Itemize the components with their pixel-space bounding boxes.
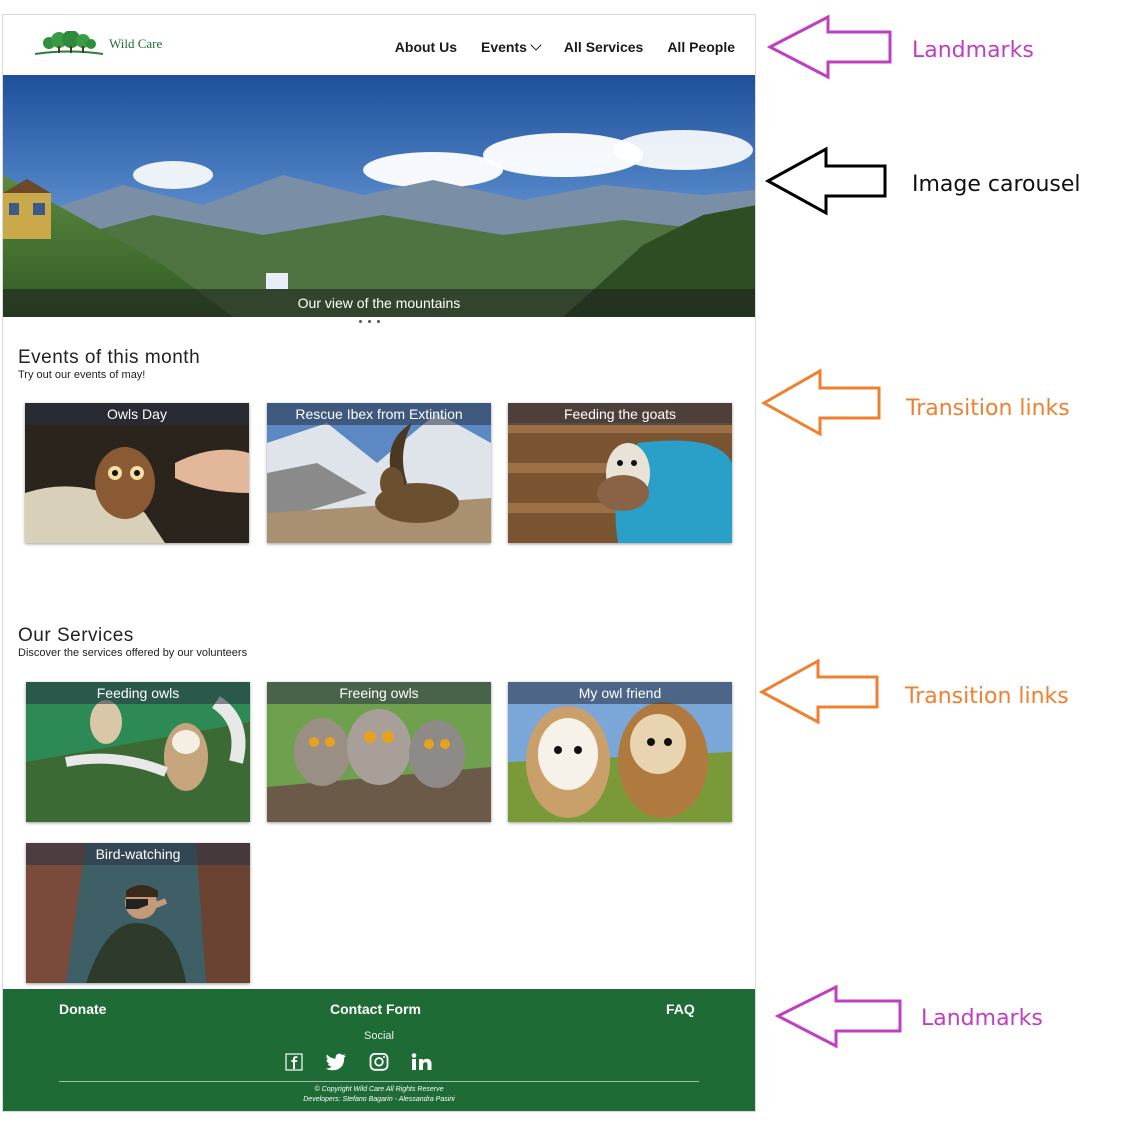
services-title: Our Services	[18, 625, 134, 646]
events-subtitle: Try out our events of may!	[18, 369, 146, 381]
carousel-dot[interactable]	[377, 320, 380, 323]
footer-divider	[59, 1081, 699, 1082]
transition-links-annotation-1: Transition links	[906, 396, 1070, 421]
service-card-bird-watching[interactable]: Bird-watching	[26, 843, 250, 983]
nav-events[interactable]: Events	[481, 39, 542, 55]
carousel-caption: Our view of the mountains	[3, 289, 755, 317]
donate-link[interactable]: Donate	[59, 1001, 106, 1017]
logo[interactable]: Wild Care	[33, 31, 162, 57]
nav-about-us[interactable]: About Us	[395, 39, 457, 55]
facebook-icon[interactable]	[285, 1053, 303, 1076]
event-card-feeding-goats[interactable]: Feeding the goats	[508, 403, 732, 543]
card-label: My owl friend	[508, 682, 732, 704]
nav-all-services[interactable]: All Services	[564, 39, 643, 55]
landmarks-annotation-bottom: Landmarks	[921, 1006, 1043, 1031]
faq-link[interactable]: FAQ	[666, 1001, 695, 1017]
chevron-down-icon	[530, 39, 542, 51]
event-card-rescue-ibex[interactable]: Rescue Ibex from Extintion	[267, 403, 491, 543]
card-label: Feeding owls	[26, 682, 250, 704]
service-card-my-owl-friend[interactable]: My owl friend	[508, 682, 732, 822]
landmarks-annotation-top: Landmarks	[912, 38, 1034, 63]
social-label: Social	[364, 1030, 394, 1042]
developers-text: Developers: Stefano Bagarin - Alessandra…	[303, 1096, 455, 1103]
main-nav: About Us Events All Services All People	[395, 39, 735, 55]
landmarks-arrow-icon	[774, 984, 902, 1049]
card-label: Rescue Ibex from Extintion	[267, 403, 491, 425]
service-card-feeding-owls[interactable]: Feeding owls	[26, 682, 250, 822]
card-label: Owls Day	[25, 403, 249, 425]
event-card-owls-day[interactable]: Owls Day	[25, 403, 249, 543]
contact-form-link[interactable]: Contact Form	[330, 1001, 421, 1017]
service-card-freeing-owls[interactable]: Freeing owls	[267, 682, 491, 822]
trees-logo-icon	[34, 31, 104, 55]
mountain-landscape-image	[3, 75, 755, 317]
events-title: Events of this month	[18, 347, 201, 368]
copyright: © Copyright Wild Care All Rights Reserve…	[3, 1085, 755, 1105]
image-carousel[interactable]: Our view of the mountains	[3, 75, 755, 317]
copyright-text: © Copyright Wild Care All Rights Reserve	[314, 1086, 444, 1093]
instagram-icon[interactable]	[369, 1052, 389, 1076]
transition-arrow-icon	[758, 658, 879, 725]
carousel-indicators[interactable]	[359, 320, 380, 323]
nav-events-label: Events	[481, 39, 527, 55]
transition-arrow-icon	[760, 368, 881, 437]
card-label: Freeing owls	[267, 682, 491, 704]
card-label: Bird-watching	[26, 843, 250, 865]
logo-text: Wild Care	[109, 36, 163, 51]
website-screenshot: Wild Care About Us Events All Services A…	[2, 14, 756, 1112]
twitter-icon[interactable]	[325, 1053, 347, 1076]
transition-links-annotation-2: Transition links	[905, 684, 1069, 709]
carousel-dot[interactable]	[359, 320, 362, 323]
site-footer: Donate Contact Form FAQ Social © Copyrig…	[3, 989, 755, 1111]
image-carousel-annotation: Image carousel	[912, 172, 1081, 197]
social-icons	[285, 1052, 433, 1076]
landmarks-arrow-icon	[766, 14, 892, 80]
site-header: Wild Care About Us Events All Services A…	[3, 15, 755, 75]
services-subtitle: Discover the services offered by our vol…	[18, 647, 248, 659]
nav-all-people[interactable]: All People	[667, 39, 735, 55]
carousel-arrow-icon	[764, 146, 887, 216]
card-label: Feeding the goats	[508, 403, 732, 425]
carousel-dot[interactable]	[368, 320, 371, 323]
linkedin-icon[interactable]	[411, 1053, 433, 1076]
